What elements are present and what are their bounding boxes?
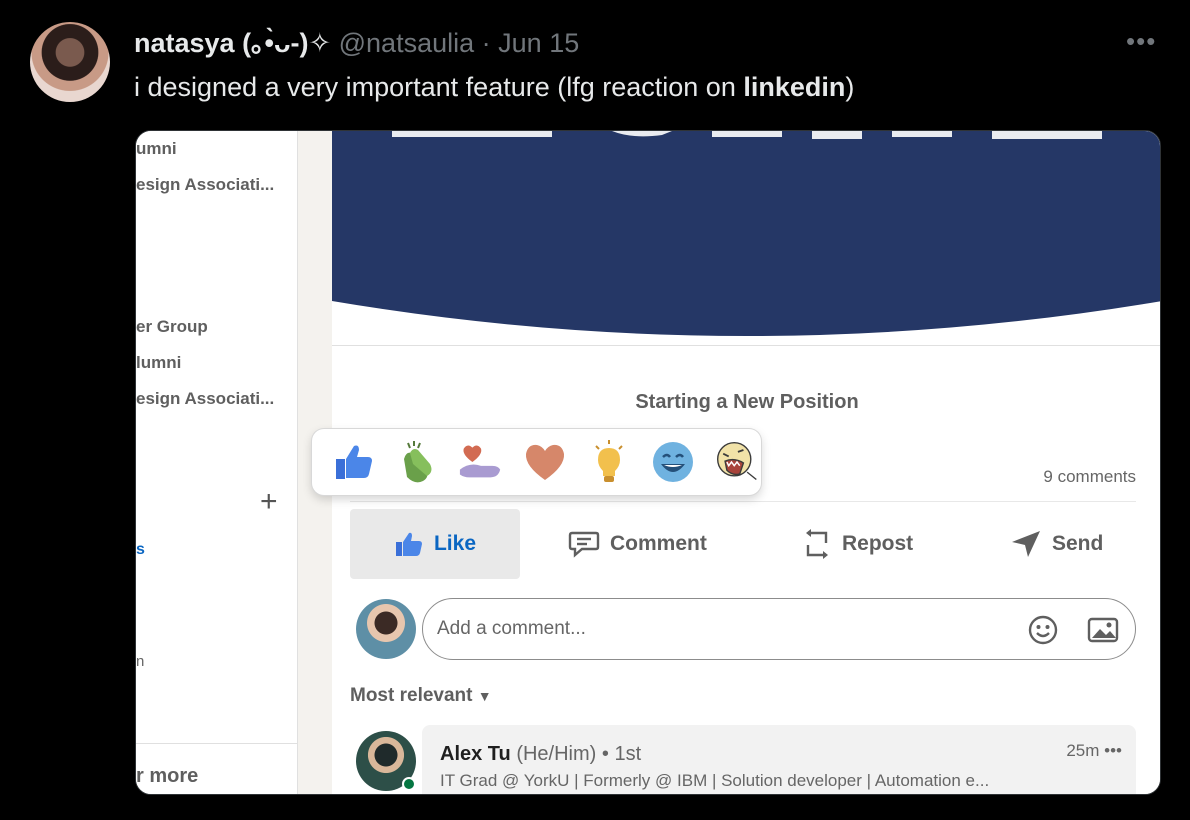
- sidebar-link[interactable]: s: [136, 541, 145, 559]
- comment-button[interactable]: Comment: [568, 509, 707, 579]
- banner-divider: [332, 345, 1160, 346]
- insightful-icon[interactable]: [586, 438, 632, 486]
- online-status-icon: [402, 777, 416, 791]
- actions-divider: [350, 501, 1136, 502]
- send-button[interactable]: Send: [1010, 509, 1103, 579]
- comment-item: Alex Tu (He/Him) • 1st 25m ••• IT Grad @…: [422, 725, 1136, 794]
- sidebar-item[interactable]: lumni: [136, 353, 181, 373]
- commenter-name[interactable]: Alex Tu: [440, 743, 511, 765]
- like-button[interactable]: Like: [350, 509, 520, 579]
- like-label: Like: [433, 532, 477, 555]
- sort-label: Most relevant: [350, 685, 473, 706]
- tweet-date[interactable]: Jun 15: [498, 28, 579, 58]
- sort-dropdown[interactable]: Most relevant ▼: [350, 685, 492, 707]
- linkedin-sidebar: umni esign Associati... er Group lumni e…: [136, 131, 298, 794]
- commenter-headline: IT Grad @ YorkU | Formerly @ IBM | Solut…: [440, 771, 990, 790]
- author-handle[interactable]: @natsaulia: [339, 28, 475, 58]
- header-separator: ·: [481, 28, 491, 58]
- funny-icon[interactable]: [650, 438, 696, 486]
- add-icon[interactable]: +: [260, 485, 278, 519]
- like-icon[interactable]: [330, 438, 376, 486]
- tweet-text-bold: linkedin: [743, 72, 846, 102]
- position-banner: [332, 131, 1160, 347]
- comments-count[interactable]: 9 comments: [1043, 467, 1136, 487]
- image-icon[interactable]: [1087, 614, 1119, 646]
- chevron-down-icon: ▼: [477, 688, 492, 704]
- sidebar-item[interactable]: esign Associati...: [136, 175, 274, 195]
- more-options-icon[interactable]: •••: [1126, 26, 1156, 57]
- commenter-line: Alex Tu (He/Him) • 1st: [440, 743, 641, 766]
- tweet-text-before: i designed a very important feature (lfg…: [134, 72, 744, 102]
- emoji-icon[interactable]: [1027, 614, 1059, 646]
- comment-icon: [568, 531, 600, 558]
- tweet-text: i designed a very important feature (lfg…: [134, 70, 854, 104]
- repost-label: Repost: [842, 532, 914, 555]
- sidebar-item[interactable]: umni: [136, 139, 177, 159]
- author-name[interactable]: natasya (｡•̀ᴗ-)✧: [134, 28, 331, 58]
- reaction-picker: [312, 429, 761, 495]
- tweet-media[interactable]: umni esign Associati... er Group lumni e…: [135, 130, 1161, 795]
- sidebar-item[interactable]: er Group: [136, 317, 208, 337]
- repost-icon: [806, 529, 828, 559]
- comment-time[interactable]: 25m •••: [1066, 741, 1122, 761]
- clap-icon[interactable]: [394, 438, 440, 486]
- send-icon: [1012, 531, 1040, 557]
- send-label: Send: [1052, 532, 1104, 555]
- commenter-pronouns: (He/Him): [516, 743, 597, 765]
- connection-degree: • 1st: [601, 743, 642, 765]
- sidebar-show-more[interactable]: r more: [136, 765, 198, 788]
- current-user-avatar[interactable]: [356, 599, 416, 659]
- support-icon[interactable]: [458, 438, 504, 486]
- sidebar-text-fragment: n: [136, 653, 145, 670]
- position-title: Starting a New Position: [635, 391, 859, 413]
- love-icon[interactable]: [522, 438, 568, 486]
- sidebar-item[interactable]: esign Associati...: [136, 389, 274, 409]
- thumbs-up-icon: [395, 532, 422, 556]
- repost-button[interactable]: Repost: [802, 509, 913, 579]
- tweet-text-after: ): [845, 72, 855, 102]
- comment-label: Comment: [610, 532, 707, 555]
- lfg-icon[interactable]: [714, 438, 760, 486]
- comment-placeholder: Add a comment...: [437, 618, 586, 639]
- comment-input[interactable]: Add a comment...: [422, 598, 1136, 660]
- tweet-header: natasya (｡•̀ᴗ-)✧ @natsaulia · Jun 15: [134, 27, 579, 59]
- author-avatar[interactable]: [30, 22, 110, 102]
- sidebar-divider: [136, 743, 298, 744]
